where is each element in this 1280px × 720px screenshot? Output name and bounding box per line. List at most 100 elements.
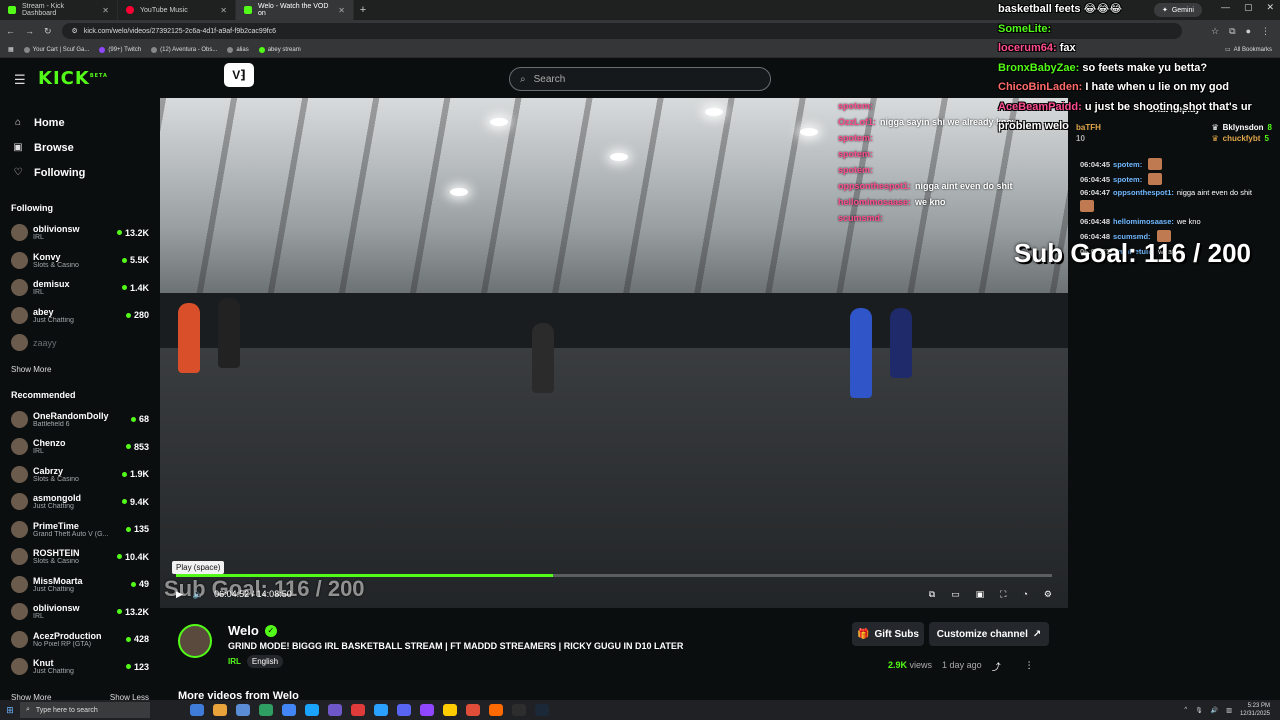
taskbar-app-icon[interactable] xyxy=(489,704,503,716)
sidebar-channel[interactable]: asmongold Just Chatting 9.4K xyxy=(0,488,160,516)
video-frame-wall xyxy=(160,293,1068,353)
speed-icon[interactable]: ◔ xyxy=(1022,589,1027,600)
taskbar-app-icon[interactable] xyxy=(466,704,480,716)
chevron-up-icon[interactable]: ^ xyxy=(1184,707,1187,713)
site-info-icon[interactable]: ⚙ xyxy=(72,27,78,35)
chat-username[interactable]: spotem: xyxy=(1113,160,1142,169)
taskbar-app-icon[interactable] xyxy=(328,704,342,716)
share-icon[interactable]: ⤴ xyxy=(992,660,1001,673)
close-tab-icon[interactable]: ✕ xyxy=(338,6,345,15)
chat-username[interactable]: spotem: xyxy=(1113,175,1142,184)
taskbar-app-icon[interactable] xyxy=(512,704,526,716)
channel-category: Just Chatting xyxy=(33,316,74,324)
chat-username[interactable]: hellomimosaase: xyxy=(1113,217,1174,226)
fullscreen-icon[interactable]: ⛶ xyxy=(1000,589,1006,600)
pip-icon[interactable]: ⧉ xyxy=(929,589,935,600)
browser-tab-2[interactable]: Welo - Watch the VOD on ✕ xyxy=(236,0,354,20)
browser-tab-1[interactable]: YouTube Music ✕ xyxy=(118,0,236,20)
streamer-avatar[interactable] xyxy=(178,624,212,658)
viewer-count: 1.9K xyxy=(122,469,149,479)
taskbar-search-input[interactable]: ⌕ Type here to search xyxy=(20,702,150,718)
taskbar-app-icon[interactable] xyxy=(282,704,296,716)
sidebar-channel[interactable]: PrimeTime Grand Theft Auto V (G... 135 xyxy=(0,516,160,544)
sidebar-channel[interactable]: ROSHTEIN Slots & Casino 10.4K xyxy=(0,543,160,571)
taskbar-app-icon[interactable] xyxy=(374,704,388,716)
windows-start-icon[interactable]: ⊞ xyxy=(0,705,20,716)
theater-icon[interactable]: ▭ xyxy=(951,589,960,600)
close-tab-icon[interactable]: ✕ xyxy=(220,6,227,15)
hamburger-menu-icon[interactable]: ☰ xyxy=(14,72,26,88)
gift-subs-button[interactable]: 🎁 Gift Subs xyxy=(852,622,924,646)
overlay-chat-user: spotem: xyxy=(838,165,874,175)
customize-channel-button[interactable]: Customize channel ↗ xyxy=(929,622,1049,646)
taskbar-app-icon[interactable] xyxy=(351,704,365,716)
browser-tab-0[interactable]: Stream - Kick Dashboard ✕ xyxy=(0,0,118,20)
channel-category: No Pixel RP (GTA) xyxy=(33,640,92,648)
taskbar-app-icon[interactable] xyxy=(259,704,273,716)
sidebar-item-browse[interactable]: ▣ Browse xyxy=(12,135,160,160)
sidebar-item-following[interactable]: ♡ Following xyxy=(12,160,160,185)
mic-icon[interactable]: 🎙 xyxy=(1195,707,1203,714)
search-input[interactable]: ⌕ Search xyxy=(509,67,771,91)
taskbar-app-icon[interactable] xyxy=(397,704,411,716)
volume-icon[interactable]: 🔈 xyxy=(193,589,204,600)
settings-gear-icon[interactable]: ⚙ xyxy=(1044,589,1052,600)
language-tag[interactable]: English xyxy=(246,655,284,668)
category-link[interactable]: IRL xyxy=(228,657,241,666)
bookmark-1[interactable]: (99+) Twitch xyxy=(99,46,141,53)
sidebar-item-home[interactable]: ⌂ Home xyxy=(12,110,160,135)
bookmark-2[interactable]: (12) Aventura - Obs... xyxy=(151,46,217,53)
chat-username[interactable]: oppsonthespot1: xyxy=(1113,188,1174,197)
taskbar-app-icon[interactable] xyxy=(420,704,434,716)
sidebar-channel[interactable]: oblivionsw IRL 13.2K xyxy=(0,598,160,626)
sidebar-channel[interactable]: Knut Just Chatting 123 xyxy=(0,653,160,681)
taskbar-app-icon[interactable] xyxy=(443,704,457,716)
sidebar-channel[interactable]: Konvy Slots & Casino 5.5K xyxy=(0,247,160,275)
bookmark-0[interactable]: Your Cart | Scuf Ga... xyxy=(23,46,89,53)
taskbar-app-icon[interactable] xyxy=(535,704,549,716)
viewer-count: 135 xyxy=(126,524,149,534)
new-tab-button[interactable]: + xyxy=(354,4,372,16)
taskbar-app-icon[interactable] xyxy=(190,704,204,716)
apps-icon[interactable]: ▦ xyxy=(8,46,14,53)
network-icon[interactable]: ▥ xyxy=(1226,707,1232,714)
sidebar-channel[interactable]: Chenzo IRL 853 xyxy=(0,433,160,461)
show-more-following-button[interactable]: Show More xyxy=(11,365,51,374)
taskbar-app-icon[interactable] xyxy=(236,704,250,716)
chat-message: 06:04:47 oppsonthespot1: nigga aint even d… xyxy=(1080,188,1268,212)
back-icon[interactable]: ← xyxy=(6,26,15,36)
forward-icon[interactable]: → xyxy=(25,26,34,36)
taskbar-app-icon[interactable] xyxy=(213,704,227,716)
channel-name: oblivionsw xyxy=(33,224,80,235)
chat-text: we kno xyxy=(1176,216,1201,226)
mini-player-icon[interactable]: ▣ xyxy=(976,589,985,600)
channel-name: asmongold xyxy=(33,493,82,504)
viewer-count: 428 xyxy=(126,634,149,644)
bookmark-4[interactable]: abey stream xyxy=(258,46,301,53)
channel-name: Knut xyxy=(33,658,54,669)
sidebar-channel[interactable]: abey Just Chatting 280 xyxy=(0,302,160,330)
upload-time: 1 day ago xyxy=(942,660,982,670)
close-tab-icon[interactable]: ✕ xyxy=(102,6,109,15)
sidebar-channel[interactable]: OneRandomDolly Battlefield 6 68 xyxy=(0,406,160,434)
sidebar-channel[interactable]: oblivionsw IRL 13.2K xyxy=(0,219,160,247)
taskbar-app-icon[interactable] xyxy=(305,704,319,716)
video-player[interactable]: spotem: OzzLof1: nigga sayin shi we alread… xyxy=(160,98,1068,608)
reload-icon[interactable]: ↻ xyxy=(44,26,52,37)
sidebar-channel[interactable]: Cabrzy Slots & Casino 1.9K xyxy=(0,461,160,489)
sidebar-channel[interactable]: AcezProduction No Pixel RP (GTA) 428 xyxy=(0,626,160,654)
video-progress-bar[interactable] xyxy=(176,574,1052,577)
volume-icon[interactable]: 🔊 xyxy=(1211,707,1218,714)
kick-logo[interactable]: KICKBETA xyxy=(38,68,108,89)
bookmark-3[interactable]: alias xyxy=(227,46,249,53)
channel-avatar xyxy=(11,493,28,511)
clock[interactable]: 5:23 PM 12/31/2025 xyxy=(1240,702,1270,718)
sidebar-channel[interactable]: demisux IRL 1.4K xyxy=(0,274,160,302)
vod-logo-icon[interactable]: V⁆ xyxy=(224,63,254,87)
globe-icon xyxy=(227,46,234,53)
more-options-icon[interactable]: ⋮ xyxy=(1025,660,1034,673)
sidebar-channel[interactable]: zaayy xyxy=(0,329,160,357)
play-icon[interactable]: ▶ xyxy=(176,589,183,600)
sidebar-channel[interactable]: MissMoarta Just Chatting 49 xyxy=(0,571,160,599)
streamer-name[interactable]: Welo xyxy=(228,623,259,638)
